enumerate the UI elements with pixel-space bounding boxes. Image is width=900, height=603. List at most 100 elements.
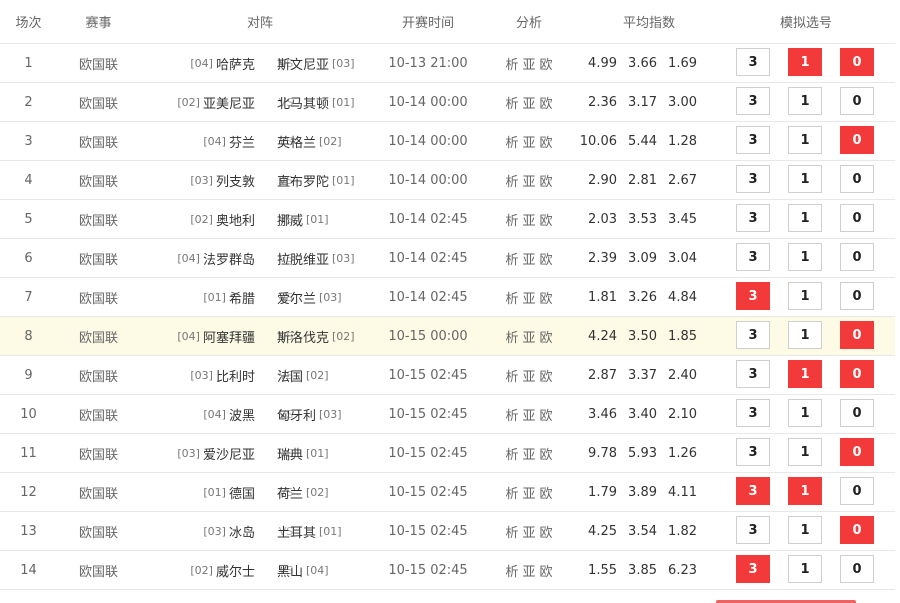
- away-team[interactable]: 法国 [02]: [277, 356, 332, 394]
- analysis-link-xi[interactable]: 析: [505, 561, 518, 580]
- pick-0-button[interactable]: 0: [840, 282, 874, 310]
- home-team-name[interactable]: 威尔士: [216, 561, 255, 580]
- analysis-link-ou[interactable]: 欧: [540, 561, 553, 580]
- pick-1-button[interactable]: 1: [788, 555, 822, 583]
- away-team-name[interactable]: 斯洛伐克: [277, 327, 329, 346]
- home-team[interactable]: [02] 威尔士: [187, 551, 255, 589]
- pick-3-button[interactable]: 3: [736, 477, 770, 505]
- home-team[interactable]: [03] 爱沙尼亚: [174, 434, 255, 472]
- league-link[interactable]: 欧国联: [57, 200, 140, 238]
- analysis-link-ya[interactable]: 亚: [522, 54, 535, 73]
- analysis-link-xi[interactable]: 析: [505, 522, 518, 541]
- analysis-link-xi[interactable]: 析: [505, 483, 518, 502]
- pick-3-button[interactable]: 3: [736, 516, 770, 544]
- analysis-link-ou[interactable]: 欧: [540, 249, 553, 268]
- home-team[interactable]: [04] 芬兰: [200, 122, 255, 160]
- away-team[interactable]: 斯洛伐克 [02]: [277, 317, 358, 355]
- analysis-link-ou[interactable]: 欧: [540, 288, 553, 307]
- analysis-link-ya[interactable]: 亚: [522, 249, 535, 268]
- home-team[interactable]: [04] 哈萨克: [187, 44, 255, 82]
- pick-1-button[interactable]: 1: [788, 126, 822, 154]
- analysis-link-ou[interactable]: 欧: [540, 132, 553, 151]
- league-link[interactable]: 欧国联: [57, 551, 140, 589]
- analysis-link-ou[interactable]: 欧: [540, 483, 553, 502]
- home-team-name[interactable]: 波黑: [229, 405, 255, 424]
- pick-0-button[interactable]: 0: [840, 321, 874, 349]
- analysis-link-xi[interactable]: 析: [505, 210, 518, 229]
- analysis-link-ya[interactable]: 亚: [522, 561, 535, 580]
- league-link[interactable]: 欧国联: [57, 44, 140, 82]
- analysis-link-xi[interactable]: 析: [505, 171, 518, 190]
- pick-0-button[interactable]: 0: [840, 87, 874, 115]
- analysis-link-xi[interactable]: 析: [505, 249, 518, 268]
- home-team[interactable]: [04] 法罗群岛: [174, 239, 255, 277]
- home-team-name[interactable]: 亚美尼亚: [203, 93, 255, 112]
- pick-0-button[interactable]: 0: [840, 438, 874, 466]
- away-team[interactable]: 土耳其 [01]: [277, 512, 345, 550]
- away-team[interactable]: 北马其顿 [01]: [277, 83, 358, 121]
- pick-1-button[interactable]: 1: [788, 87, 822, 115]
- league-link[interactable]: 欧国联: [57, 83, 140, 121]
- pick-0-button[interactable]: 0: [840, 399, 874, 427]
- analysis-link-ou[interactable]: 欧: [540, 93, 553, 112]
- pick-1-button[interactable]: 1: [788, 204, 822, 232]
- league-link[interactable]: 欧国联: [57, 122, 140, 160]
- league-link[interactable]: 欧国联: [57, 239, 140, 277]
- pick-3-button[interactable]: 3: [736, 555, 770, 583]
- home-team-name[interactable]: 奥地利: [216, 210, 255, 229]
- analysis-link-ou[interactable]: 欧: [540, 405, 553, 424]
- analysis-link-ou[interactable]: 欧: [540, 327, 553, 346]
- pick-1-button[interactable]: 1: [788, 282, 822, 310]
- league-link[interactable]: 欧国联: [57, 356, 140, 394]
- home-team-name[interactable]: 希腊: [229, 288, 255, 307]
- pick-3-button[interactable]: 3: [736, 204, 770, 232]
- analysis-link-ya[interactable]: 亚: [522, 483, 535, 502]
- away-team-name[interactable]: 直布罗陀: [277, 171, 329, 190]
- away-team[interactable]: 爱尔兰 [03]: [277, 278, 345, 316]
- away-team-name[interactable]: 黑山: [277, 561, 303, 580]
- league-link[interactable]: 欧国联: [57, 395, 140, 433]
- away-team[interactable]: 荷兰 [02]: [277, 473, 332, 511]
- home-team[interactable]: [01] 希腊: [200, 278, 255, 316]
- pick-0-button[interactable]: 0: [840, 48, 874, 76]
- pick-0-button[interactable]: 0: [840, 126, 874, 154]
- pick-1-button[interactable]: 1: [788, 165, 822, 193]
- pick-1-button[interactable]: 1: [788, 477, 822, 505]
- analysis-link-ya[interactable]: 亚: [522, 171, 535, 190]
- away-team-name[interactable]: 挪威: [277, 210, 303, 229]
- analysis-link-ou[interactable]: 欧: [540, 522, 553, 541]
- home-team-name[interactable]: 冰岛: [229, 522, 255, 541]
- analysis-link-xi[interactable]: 析: [505, 327, 518, 346]
- away-team[interactable]: 直布罗陀 [01]: [277, 161, 358, 199]
- away-team-name[interactable]: 拉脱维亚: [277, 249, 329, 268]
- analysis-link-ya[interactable]: 亚: [522, 405, 535, 424]
- home-team-name[interactable]: 哈萨克: [216, 54, 255, 73]
- pick-3-button[interactable]: 3: [736, 87, 770, 115]
- pick-3-button[interactable]: 3: [736, 243, 770, 271]
- home-team-name[interactable]: 芬兰: [229, 132, 255, 151]
- analysis-link-ou[interactable]: 欧: [540, 444, 553, 463]
- away-team[interactable]: 黑山 [04]: [277, 551, 332, 589]
- pick-1-button[interactable]: 1: [788, 243, 822, 271]
- analysis-link-ya[interactable]: 亚: [522, 288, 535, 307]
- pick-1-button[interactable]: 1: [788, 321, 822, 349]
- home-team-name[interactable]: 阿塞拜疆: [203, 327, 255, 346]
- away-team-name[interactable]: 斯文尼亚: [277, 54, 329, 73]
- pick-1-button[interactable]: 1: [788, 360, 822, 388]
- pick-0-button[interactable]: 0: [840, 204, 874, 232]
- pick-0-button[interactable]: 0: [840, 360, 874, 388]
- pick-3-button[interactable]: 3: [736, 165, 770, 193]
- away-team-name[interactable]: 北马其顿: [277, 93, 329, 112]
- analysis-link-ou[interactable]: 欧: [540, 54, 553, 73]
- away-team-name[interactable]: 土耳其: [277, 522, 316, 541]
- pick-3-button[interactable]: 3: [736, 126, 770, 154]
- league-link[interactable]: 欧国联: [57, 161, 140, 199]
- analysis-link-ya[interactable]: 亚: [522, 210, 535, 229]
- home-team[interactable]: [03] 列支敦: [187, 161, 255, 199]
- analysis-link-ou[interactable]: 欧: [540, 366, 553, 385]
- home-team-name[interactable]: 德国: [229, 483, 255, 502]
- pick-1-button[interactable]: 1: [788, 48, 822, 76]
- league-link[interactable]: 欧国联: [57, 473, 140, 511]
- away-team-name[interactable]: 瑞典: [277, 444, 303, 463]
- away-team[interactable]: 拉脱维亚 [03]: [277, 239, 358, 277]
